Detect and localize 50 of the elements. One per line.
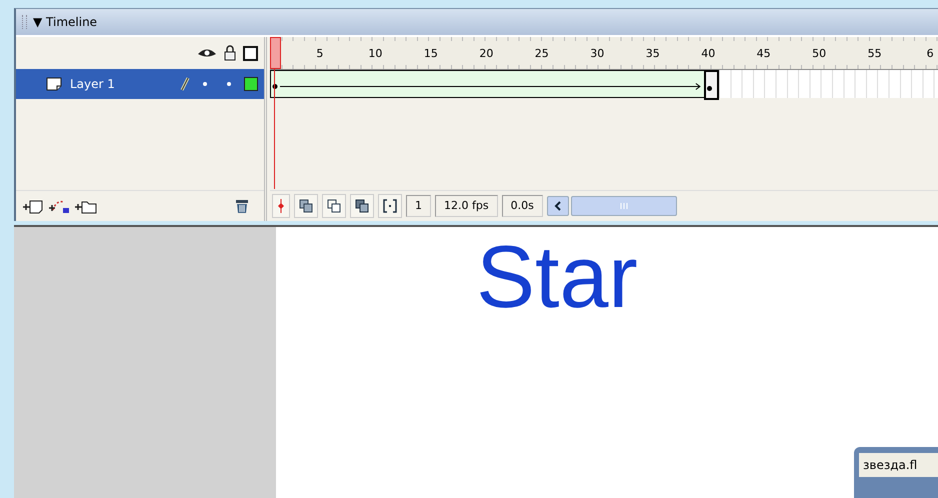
center-frame-button[interactable] [272, 194, 290, 218]
add-guide-icon[interactable] [48, 198, 72, 214]
frame-ruler[interactable]: 5 10 15 20 25 30 35 40 45 50 55 6 [270, 37, 938, 70]
grip-icon[interactable] [22, 15, 27, 29]
panel-title[interactable]: ▼ Timeline [33, 15, 98, 29]
stage-text[interactable]: Star [476, 229, 638, 325]
outline-square-icon[interactable] [243, 46, 258, 60]
lock-dot[interactable] [227, 82, 231, 86]
scroll-left-button[interactable] [546, 196, 569, 216]
trash-icon[interactable] [234, 198, 250, 214]
frame-number: 25 [534, 46, 549, 60]
brackets-icon [383, 199, 397, 213]
onion-markers-button[interactable] [378, 194, 402, 218]
tween-arrow-icon [272, 83, 701, 90]
frame-number: 35 [646, 46, 660, 60]
keyframe-dot-icon [706, 86, 712, 91]
motion-tween-span[interactable] [270, 70, 704, 98]
layer-name[interactable]: Layer 1 [70, 77, 115, 91]
horizontal-scrollbar[interactable] [546, 196, 677, 216]
onion-outline-button[interactable] [322, 194, 346, 218]
left-chevron-icon [554, 201, 562, 211]
document-tab[interactable]: звезда.fl [859, 453, 938, 477]
filled-squares-icon [355, 199, 369, 213]
pencil-icon [180, 77, 190, 91]
frame-number: 55 [868, 46, 882, 60]
layer-icon [46, 77, 62, 91]
keyframe[interactable] [704, 70, 719, 100]
onion-skin-button[interactable] [294, 194, 318, 218]
grip-lines-icon [618, 203, 629, 209]
frame-number: 20 [479, 46, 494, 60]
frame-number: 15 [424, 46, 438, 60]
edit-multiple-frames-button[interactable] [350, 194, 374, 218]
frame-rate: 12.0 fps [435, 195, 498, 217]
frame-number: 40 [701, 46, 716, 60]
frame-number: 10 [368, 46, 382, 60]
lock-icon[interactable] [224, 45, 236, 61]
layer-row[interactable]: Layer 1 [16, 69, 264, 99]
frame-number: 45 [756, 46, 771, 60]
frame-number: 5 [316, 46, 324, 60]
frame-number: 6 [926, 46, 934, 60]
overlapping-squares-icon [299, 199, 313, 213]
frame-number: 50 [812, 46, 826, 60]
frame-number: 30 [590, 46, 604, 60]
outlined-squares-icon [327, 199, 341, 213]
playhead-marker-icon [277, 199, 285, 213]
current-frame: 1 [406, 195, 431, 217]
visibility-dot[interactable] [203, 82, 207, 86]
elapsed-time: 0.0s [502, 195, 543, 217]
outline-color-swatch[interactable] [244, 77, 258, 91]
scroll-thumb[interactable] [570, 196, 677, 216]
